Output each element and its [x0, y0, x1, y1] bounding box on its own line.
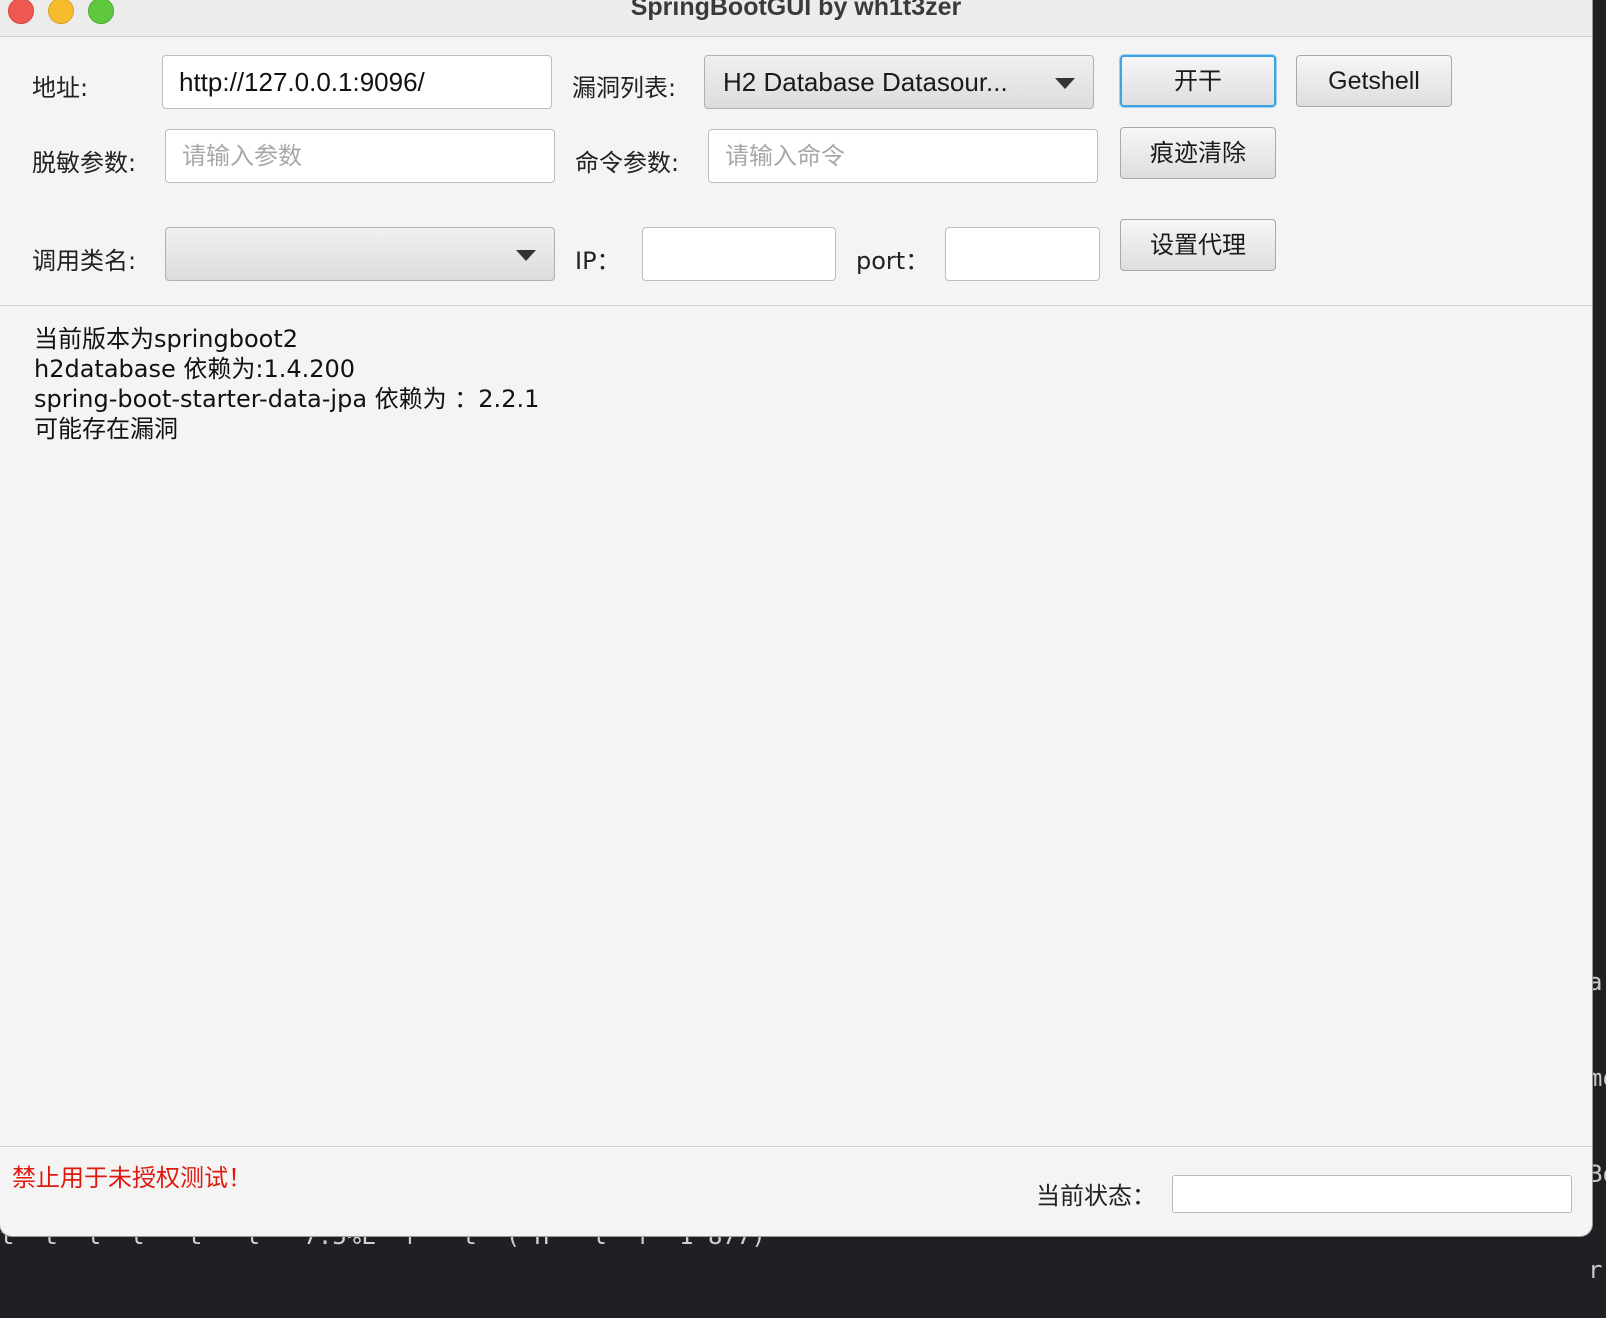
start-exploit-button[interactable]: 开干	[1120, 55, 1276, 107]
app-window: SpringBootGUI by wh1t3zer 地址: http://127…	[0, 0, 1592, 1236]
desensitize-param-input[interactable]: 请输入参数	[165, 129, 555, 183]
divider	[0, 305, 1592, 306]
window-title: SpringBootGUI by wh1t3zer	[630, 0, 962, 21]
unauthorized-warning: 禁止用于未授权测试！	[12, 1164, 252, 1192]
output-log: 当前版本为springboot2 h2database 依赖为:1.4.200 …	[34, 324, 1554, 444]
command-param-input[interactable]: 请输入命令	[708, 129, 1098, 183]
address-input[interactable]: http://127.0.0.1:9096/	[162, 55, 552, 109]
output-line: 当前版本为springboot2	[34, 325, 298, 353]
output-line: h2database 依赖为:1.4.200	[34, 355, 356, 383]
call-class-name-label: 调用类名:	[32, 247, 137, 275]
title-bar: SpringBootGUI by wh1t3zer	[0, 0, 1592, 37]
getshell-button[interactable]: Getshell	[1296, 55, 1452, 107]
set-proxy-button[interactable]: 设置代理	[1120, 219, 1276, 271]
footer-divider	[0, 1146, 1592, 1147]
chevron-down-icon	[1055, 78, 1075, 89]
status-label: 当前状态：	[1036, 1182, 1156, 1210]
vuln-list-label: 漏洞列表:	[572, 74, 677, 102]
chevron-down-icon	[516, 250, 536, 261]
proxy-ip-input[interactable]	[642, 227, 836, 281]
status-field	[1172, 1175, 1572, 1213]
vuln-list-select[interactable]: H2 Database Datasour...	[704, 55, 1094, 109]
proxy-port-input[interactable]	[945, 227, 1100, 281]
port-label: port：	[856, 247, 930, 275]
ip-label: IP：	[575, 247, 621, 275]
vuln-list-selected-value: H2 Database Datasour...	[723, 67, 1008, 97]
command-param-label: 命令参数:	[575, 149, 680, 177]
address-label: 地址:	[32, 74, 89, 102]
output-line: 可能存在漏洞	[34, 415, 178, 443]
clear-traces-button[interactable]: 痕迹清除	[1120, 127, 1276, 179]
call-class-name-select[interactable]	[165, 227, 555, 281]
desensitize-param-label: 脱敏参数:	[32, 149, 137, 177]
output-line: spring-boot-starter-data-jpa 依赖为 ：2.2.1	[34, 385, 540, 413]
